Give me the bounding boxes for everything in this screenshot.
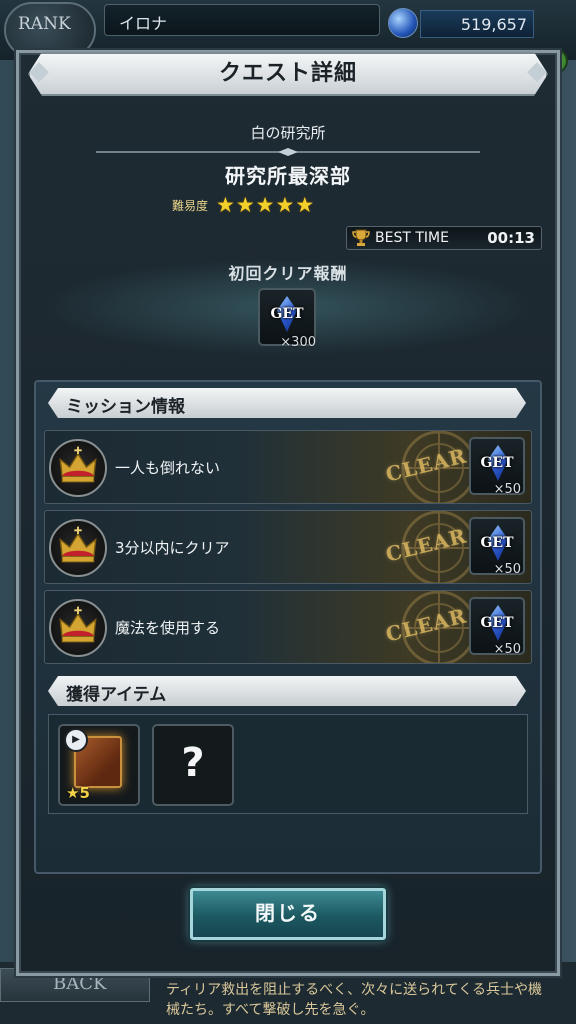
- crown-icon: [49, 439, 107, 497]
- mission-reward[interactable]: GET ×50: [469, 437, 525, 497]
- dialog-title: クエスト詳細: [218, 61, 357, 86]
- reward-quantity: ×50: [493, 642, 521, 657]
- best-time-box: BEST TIME 00:13: [346, 226, 542, 250]
- crown-icon: [49, 519, 107, 577]
- trophy-icon: [352, 229, 370, 246]
- crown-icon: [49, 599, 107, 657]
- missions-header: ミッション情報: [48, 388, 526, 418]
- area-name: 白の研究所: [250, 124, 326, 142]
- player-name: イロナ: [104, 4, 380, 36]
- get-label: GET: [480, 455, 514, 471]
- mission-row: 一人も倒れない CLEAR GET ×50: [44, 430, 532, 504]
- title-divider: [96, 148, 480, 156]
- mission-text: 魔法を使用する: [115, 619, 221, 637]
- mission-text: 一人も倒れない: [115, 459, 221, 477]
- close-button[interactable]: 閉じる: [190, 888, 386, 940]
- story-text: ティリア救出を阻止するべく、次々に送られてくる兵士や機械たち。すべて撃破し先を急…: [166, 982, 543, 1018]
- item-slot[interactable]: ?: [152, 724, 234, 806]
- difficulty-row: 難易度 ★★★★★: [172, 192, 315, 218]
- items-header: 獲得アイテム: [48, 676, 526, 706]
- reward-quantity: ×300: [280, 335, 316, 350]
- mission-row: 3分以内にクリア CLEAR GET ×50: [44, 510, 532, 584]
- reward-quantity: ×50: [493, 562, 521, 577]
- reward-quantity: ×50: [493, 482, 521, 497]
- ornament-left-icon: ◆: [29, 56, 49, 86]
- quest-name: 研究所最深部: [225, 164, 351, 188]
- gem-currency-icon: [388, 8, 418, 38]
- difficulty-stars: ★★★★★: [216, 193, 316, 217]
- best-time-label: BEST TIME: [375, 230, 449, 246]
- get-label: GET: [480, 615, 514, 631]
- difficulty-label: 難易度: [172, 198, 209, 213]
- best-time-value: 00:13: [487, 229, 535, 247]
- unknown-item-icon: ?: [181, 740, 205, 786]
- item-type-badge-icon: ▶: [64, 728, 88, 752]
- gem-count: 519,657: [420, 10, 534, 38]
- ornament-right-icon: ◆: [527, 56, 547, 86]
- item-slot[interactable]: ▶ ★5: [58, 724, 140, 806]
- get-label: GET: [480, 535, 514, 551]
- mission-reward[interactable]: GET ×50: [469, 517, 525, 577]
- item-rarity: ★5: [66, 784, 90, 802]
- first-clear-reward[interactable]: GET ×300: [258, 288, 316, 350]
- get-label: GET: [270, 306, 304, 322]
- mission-text: 3分以内にクリア: [115, 539, 230, 557]
- mission-row: 魔法を使用する CLEAR GET ×50: [44, 590, 532, 664]
- first-clear-label: 初回クリア報酬: [228, 264, 348, 283]
- rank-label: RANK: [18, 14, 71, 34]
- dialog-header: クエスト詳細: [28, 52, 548, 96]
- mission-reward[interactable]: GET ×50: [469, 597, 525, 657]
